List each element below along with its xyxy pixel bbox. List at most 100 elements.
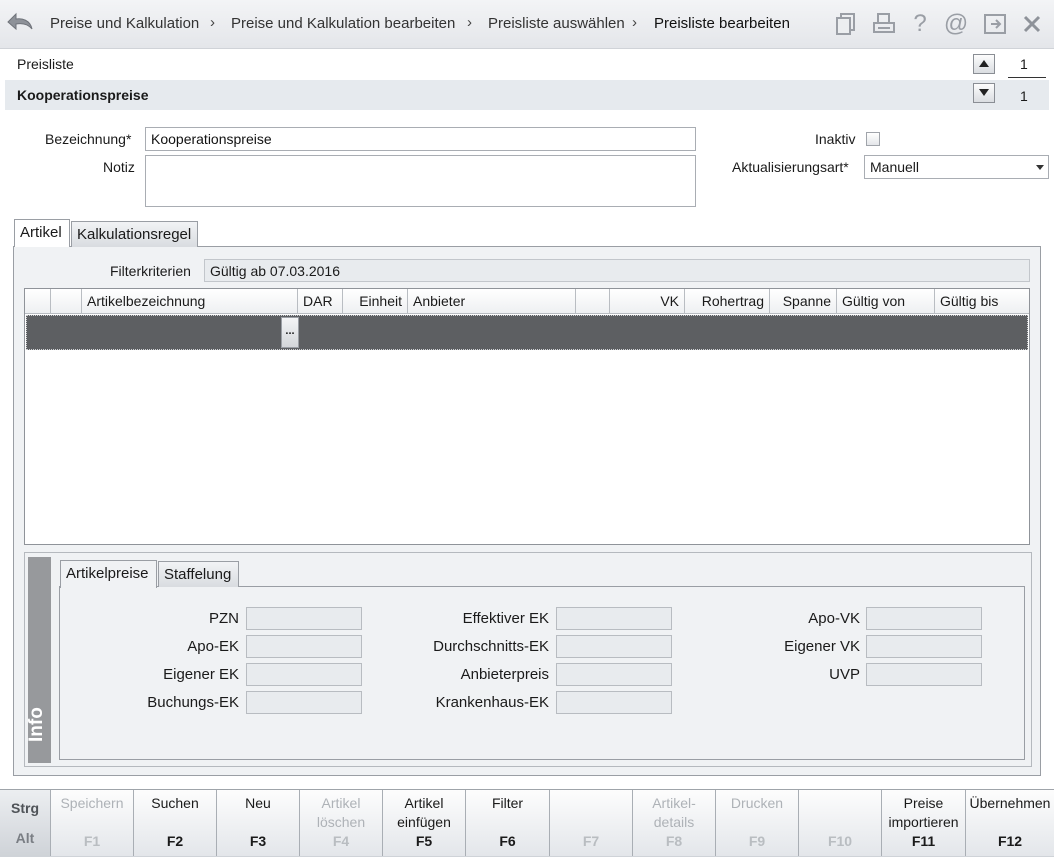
filter-field: Gültig ab 07.03.2016: [204, 259, 1030, 282]
inaktiv-label: Inaktiv: [815, 131, 856, 147]
grid-header-gueltig-bis[interactable]: Gültig bis: [935, 289, 1029, 314]
breadcrumb-separator: ›: [467, 14, 472, 31]
f12-uebernehmen-button[interactable]: Übernehmen F12: [965, 790, 1054, 856]
close-icon[interactable]: [1018, 10, 1046, 38]
print-icon[interactable]: [870, 10, 898, 38]
modifier-keys[interactable]: Strg Alt: [0, 790, 50, 856]
f3-key: F3: [249, 833, 267, 849]
grid-header-blank[interactable]: [576, 289, 610, 314]
previous-record-button[interactable]: [973, 54, 995, 74]
pzn-field: [246, 607, 362, 630]
grid-header-gueltig-von[interactable]: Gültig von: [837, 289, 935, 314]
notiz-textarea[interactable]: [145, 155, 696, 207]
grid-new-row[interactable]: ...: [26, 315, 1028, 350]
f6-filter-button[interactable]: Filter F6: [465, 790, 549, 856]
filter-value: Gültig ab 07.03.2016: [210, 263, 340, 279]
back-arrow-icon[interactable]: [6, 10, 36, 36]
tab-staffelung-label: Staffelung: [164, 566, 232, 583]
alt-label: Alt: [15, 830, 35, 846]
help-icon[interactable]: ?: [906, 10, 934, 38]
copy-icon[interactable]: [832, 10, 860, 38]
uvp-field: [866, 663, 982, 686]
grid-header-einheit[interactable]: Einheit: [343, 289, 408, 314]
tab-staffelung[interactable]: Staffelung: [158, 561, 239, 587]
grid-header-status[interactable]: [51, 289, 82, 314]
f4-label: Artikel löschen: [316, 795, 366, 830]
filter-label: Filterkriterien: [110, 263, 191, 279]
grid-header-spanne[interactable]: Spanne: [770, 289, 837, 314]
grid-header-artikelbezeichnung[interactable]: Artikelbezeichnung: [82, 289, 298, 314]
f4-artikel-loeschen-button[interactable]: Artikel löschen F4: [299, 790, 382, 856]
artikel-grid[interactable]: Artikelbezeichnung DAR Einheit Anbieter …: [24, 288, 1030, 545]
f6-key: F6: [499, 833, 516, 849]
eigener-vk-label: Eigener VK: [784, 638, 860, 655]
dropdown-arrow-icon: [1036, 165, 1044, 170]
f3-label: Neu: [245, 795, 271, 811]
breadcrumb-preise-und-kalkulation[interactable]: Preise und Kalkulation: [50, 15, 199, 32]
f1-label: Speichern: [60, 795, 124, 811]
breadcrumb-separator: ›: [210, 14, 215, 31]
section-label-preisliste: Preisliste: [17, 56, 74, 72]
ellipsis-button[interactable]: ...: [281, 317, 299, 348]
f2-suchen-button[interactable]: Suchen F2: [133, 790, 216, 856]
info-strip-label: Info: [26, 707, 47, 742]
f5-key: F5: [415, 833, 433, 849]
exit-icon[interactable]: [981, 10, 1009, 38]
f5-artikel-einfuegen-button[interactable]: Artikel einfügen F5: [382, 790, 465, 856]
aktualisierungsart-select[interactable]: Manuell: [864, 155, 1049, 179]
f12-label: Übernehmen: [969, 795, 1051, 811]
f8-artikeldetails-button[interactable]: Artikel- details F8: [632, 790, 715, 856]
f3-neu-button[interactable]: Neu F3: [216, 790, 299, 856]
bezeichnung-input[interactable]: [145, 127, 696, 151]
eigener-vk-field: [866, 635, 982, 658]
effektiver-ek-field: [556, 607, 672, 630]
f6-label: Filter: [491, 795, 524, 811]
durchschnitts-ek-field: [556, 635, 672, 658]
f7-key: F7: [582, 833, 600, 849]
tab-artikel[interactable]: Artikel: [14, 219, 70, 247]
grid-header-vk[interactable]: VK: [610, 289, 685, 314]
notiz-label: Notiz: [103, 159, 135, 175]
grid-header-anbieter[interactable]: Anbieter: [408, 289, 576, 314]
apo-vk-field: [866, 607, 982, 630]
f1-key: F1: [83, 833, 101, 849]
apo-ek-field: [246, 635, 362, 658]
f10-key: F10: [827, 833, 853, 849]
f7-button[interactable]: F7: [549, 790, 632, 856]
aktualisierungsart-value: Manuell: [870, 159, 920, 175]
breadcrumb-preise-bearbeiten[interactable]: Preise und Kalkulation bearbeiten: [231, 15, 455, 32]
f8-label: Artikel- details: [652, 795, 696, 830]
f9-drucken-button[interactable]: Drucken F9: [715, 790, 798, 856]
apo-ek-label: Apo-EK: [187, 638, 239, 655]
f4-key: F4: [332, 833, 350, 849]
anbieterpreis-field: [556, 663, 672, 686]
grid-header-dar[interactable]: DAR: [298, 289, 343, 314]
durchschnitts-ek-label: Durchschnitts-EK: [433, 638, 549, 655]
tab-artikelpreise[interactable]: Artikelpreise: [60, 560, 157, 588]
breadcrumb-preisliste-auswaehlen[interactable]: Preisliste auswählen: [488, 15, 625, 32]
next-record-button[interactable]: [973, 83, 995, 103]
tab-artikel-label: Artikel: [20, 224, 62, 241]
uvp-label: UVP: [829, 666, 860, 683]
f11-key: F11: [911, 833, 936, 849]
f12-key: F12: [997, 833, 1023, 849]
grid-header-rohertrag[interactable]: Rohertrag: [685, 289, 770, 314]
f5-label: Artikel einfügen: [397, 795, 451, 830]
tab-kalkulationsregel[interactable]: Kalkulationsregel: [71, 221, 198, 247]
f9-key: F9: [748, 833, 766, 849]
f10-button[interactable]: F10: [798, 790, 881, 856]
record-divider: [1008, 77, 1046, 78]
inaktiv-checkbox[interactable]: [866, 132, 880, 146]
f1-speichern-button[interactable]: Speichern F1: [50, 790, 133, 856]
grid-header-marker[interactable]: [25, 289, 51, 314]
anbieterpreis-label: Anbieterpreis: [460, 666, 549, 683]
record-band: [5, 80, 1049, 110]
buchungs-ek-field: [246, 691, 362, 714]
pzn-label: PZN: [209, 610, 239, 627]
tab-kalkulationsregel-label: Kalkulationsregel: [77, 226, 192, 243]
f11-preise-importieren-button[interactable]: Preise importieren F11: [881, 790, 965, 856]
record-position: 1: [1020, 56, 1028, 72]
at-icon[interactable]: @: [942, 10, 970, 38]
triangle-down-icon: [979, 89, 989, 96]
breadcrumb-preisliste-bearbeiten: Preisliste bearbeiten: [654, 15, 790, 32]
